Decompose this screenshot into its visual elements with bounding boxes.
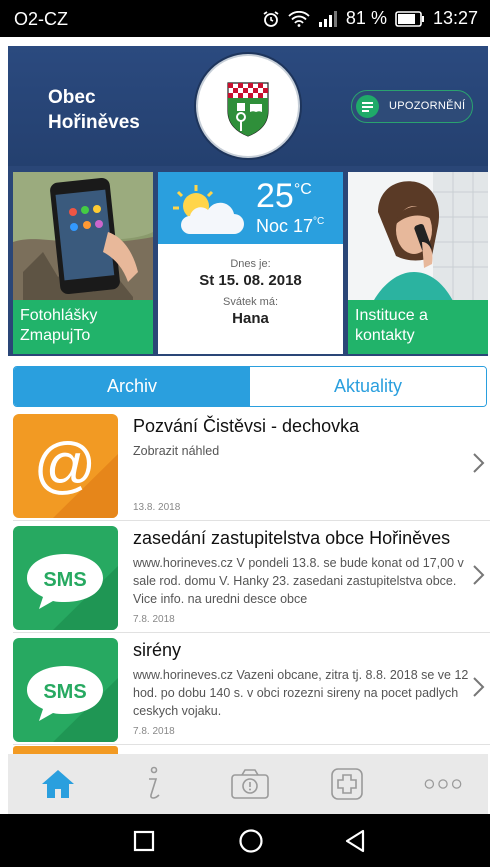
today-label: Dnes je: [230,258,271,270]
more-icon[interactable] [423,764,463,804]
status-icons: 81 % 13:27 [262,8,478,29]
news-tabs: Archiv Aktuality [13,366,487,407]
news-date: 13.8. 2018 [133,502,181,513]
menu-lines-icon [356,95,379,118]
village-title: Obec Hořiněves [48,85,140,135]
current-temperature: 25°C [256,177,312,215]
home-icon[interactable] [38,764,78,804]
news-date: 7.8. 2018 [133,614,175,625]
svg-text:@: @ [34,431,97,500]
news-title: Pozvání Čistěvsi - dechovka [133,416,360,436]
bottom-navigation [8,754,488,814]
news-item[interactable]: @ Pozvání Čistěvsi - dechovka Zobrazit n… [13,410,490,521]
tile-contacts-caption-line1: Instituce a [355,307,428,324]
nameday-name: Hana [232,310,269,327]
news-description: Zobrazit náhled [133,444,220,458]
wifi-icon [288,10,310,27]
night-temperature: Noc 17°C [256,216,325,236]
first-aid-icon[interactable] [327,764,367,804]
svg-text:SMS: SMS [43,569,86,591]
home-circle-icon[interactable] [238,828,264,854]
news-item[interactable]: SMS sirény www.horineves.cz Vazeni obcan… [13,634,490,745]
battery-icon [395,10,424,27]
news-date: 7.8. 2018 [133,726,175,737]
tile-weather[interactable]: 25°C Noc 17°C Dnes je: St 15. 08. 2018 S… [158,172,343,354]
tab-aktuality[interactable]: Aktuality [250,367,486,406]
partly-cloudy-icon [173,185,244,234]
tile-fotohlasky-caption-line1: Fotohlášky [20,307,98,324]
coat-of-arms-logo[interactable] [198,56,298,156]
chevron-right-icon [473,453,485,473]
news-item-peek [13,746,118,754]
app-header: Obec Hořiněves UPOZORNĚNÍ [8,46,488,166]
news-description: www.horineves.cz V pondeli 13.8. se bude… [133,556,464,606]
tile-fotohlasky[interactable]: Fotohlášky ZmapujTo [13,172,153,354]
info-icon[interactable] [133,764,173,804]
chevron-right-icon [473,565,485,585]
system-navigation-bar [0,814,490,867]
sms-icon: SMS [13,526,118,630]
tile-contacts-caption: Instituce a kontakty [348,300,488,354]
recents-icon[interactable] [133,830,155,852]
tile-contacts-caption-line2: kontakty [355,327,415,344]
battery-percent: 81 % [345,8,387,28]
sms-icon: SMS [13,638,118,742]
status-bar: O2-CZ 81 % 13:27 [0,0,490,37]
back-icon[interactable] [343,829,367,853]
clock: 13:27 [432,8,478,28]
camera-icon[interactable] [230,764,270,804]
weather-banner: 25°C Noc 17°C [158,172,343,244]
svg-text:SMS: SMS [43,681,86,703]
news-title: zasedání zastupitelstva obce Hořiněves [133,528,451,548]
news-item[interactable]: SMS zasedání zastupitelstva obce Hořiněv… [13,522,490,633]
news-description: www.horineves.cz Vazeni obcane, zitra tj… [133,668,469,718]
tile-fotohlasky-caption: Fotohlášky ZmapujTo [13,300,153,354]
notifications-label: UPOZORNĚNÍ [389,100,466,112]
village-title-line1: Obec [48,87,96,108]
notifications-button[interactable]: UPOZORNĚNÍ [351,90,473,123]
tile-fotohlasky-caption-line2: ZmapujTo [20,327,91,344]
signal-icon [318,10,337,27]
village-title-line2: Hořiněves [48,112,140,133]
current-date: St 15. 08. 2018 [199,272,302,289]
nameday-label: Svátek má: [222,296,279,308]
carrier-name: O2-CZ [14,9,68,29]
news-title: sirény [133,640,182,660]
coat-of-arms-icon [227,82,269,137]
alarm-icon [263,10,279,27]
chevron-right-icon [473,677,485,697]
at-icon: @ [13,414,118,518]
tile-institutions-contacts[interactable]: Instituce a kontakty [348,172,488,354]
tab-archiv[interactable]: Archiv [14,367,250,406]
